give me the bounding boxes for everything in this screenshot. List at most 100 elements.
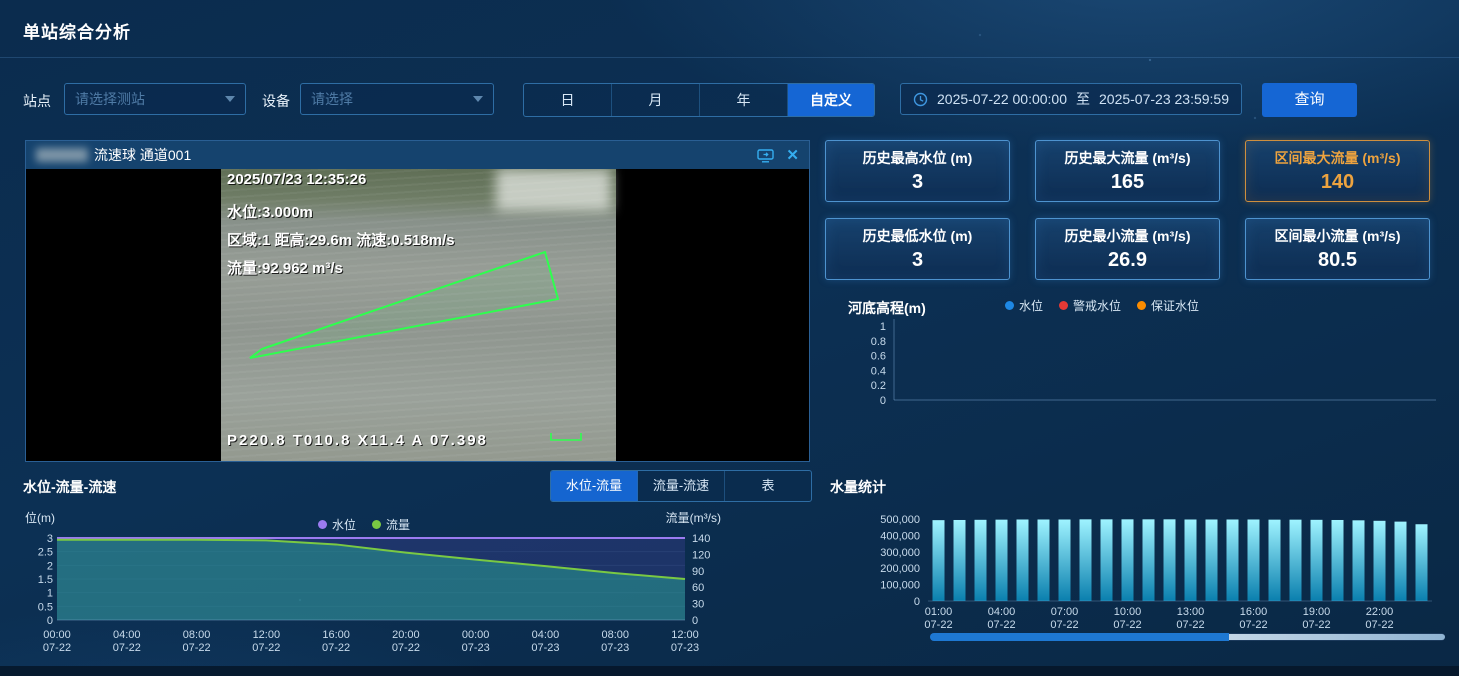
stat-card-label: 区间最小流量 (m³/s) bbox=[1275, 226, 1401, 246]
period-tabs: 日月年自定义 bbox=[523, 83, 875, 117]
axis-tick-label: 00:00 bbox=[462, 629, 490, 641]
bar bbox=[1290, 520, 1302, 601]
video-header: 流速球 通道001 ✕ bbox=[26, 141, 809, 169]
axis-tick-label: 140 bbox=[692, 533, 710, 545]
date-end-value: 2025-07-23 23:59:59 bbox=[1099, 91, 1229, 107]
bar bbox=[933, 520, 945, 601]
bar bbox=[1269, 520, 1281, 601]
date-start-value: 2025-07-22 00:00:00 bbox=[937, 91, 1067, 107]
device-select[interactable]: 请选择 bbox=[300, 83, 494, 115]
legend-dot-icon bbox=[1059, 301, 1068, 310]
date-range-picker[interactable]: 2025-07-22 00:00:00 至 2025-07-23 23:59:5… bbox=[900, 83, 1242, 115]
axis-tick-label: 07-23 bbox=[671, 642, 699, 654]
axis-tick-label: 0.2 bbox=[871, 380, 886, 392]
stageflow-panel-title: 水位-流量-流速 bbox=[23, 477, 116, 497]
app-root: 单站综合分析 站点 请选择测站 设备 请选择 日月年自定义 2025-07-22… bbox=[0, 0, 1459, 676]
bar bbox=[1122, 519, 1134, 601]
axis-tick-label: 0.5 bbox=[38, 601, 53, 613]
bar bbox=[1080, 519, 1092, 601]
period-tab-年[interactable]: 年 bbox=[700, 84, 788, 116]
axis-tick-label: 30 bbox=[692, 599, 704, 611]
axis-tick-label: 0.8 bbox=[871, 336, 886, 348]
footer-strip bbox=[0, 666, 1459, 676]
period-tab-自定义[interactable]: 自定义 bbox=[788, 84, 874, 116]
axis-tick-label: 07-22 bbox=[1365, 619, 1393, 631]
legend-item-保证水位[interactable]: 保证水位 bbox=[1137, 297, 1199, 314]
bar bbox=[1332, 520, 1344, 601]
chevron-down-icon bbox=[473, 96, 483, 102]
axis-tick-label: 07-23 bbox=[531, 642, 559, 654]
video-osd-area: 区域:1 距高:29.6m 流速:0.518m/s bbox=[227, 229, 455, 250]
station-select[interactable]: 请选择测站 bbox=[64, 83, 246, 115]
stageflow-tab-水位-流量[interactable]: 水位-流量 bbox=[551, 471, 638, 501]
bar bbox=[954, 520, 966, 601]
chevron-down-icon bbox=[225, 96, 235, 102]
period-tab-日[interactable]: 日 bbox=[524, 84, 612, 116]
stat-card: 历史最低水位 (m) 3 bbox=[825, 218, 1010, 280]
bar bbox=[975, 520, 987, 601]
period-tab-月[interactable]: 月 bbox=[612, 84, 700, 116]
volume-datazoom[interactable] bbox=[930, 633, 1445, 641]
axis-tick-label: 1 bbox=[47, 588, 53, 600]
bar bbox=[1248, 519, 1260, 601]
datazoom-selected-range[interactable] bbox=[930, 633, 1229, 641]
stat-card-label: 历史最低水位 (m) bbox=[863, 226, 973, 246]
bar bbox=[1038, 519, 1050, 601]
video-osd-level: 水位:3.000m bbox=[227, 201, 313, 222]
legend-item-水位[interactable]: 水位 bbox=[1005, 297, 1043, 314]
bar bbox=[1416, 524, 1428, 601]
legend-dot-icon bbox=[372, 520, 381, 529]
bar bbox=[1017, 519, 1029, 601]
axis-tick-label: 16:00 bbox=[322, 629, 350, 641]
bar bbox=[1353, 520, 1365, 601]
stat-card-value: 3 bbox=[912, 249, 923, 272]
clock-icon bbox=[913, 92, 928, 107]
video-panel: 流速球 通道001 ✕ 2025/07/23 12:35:26 水位:3.000… bbox=[25, 140, 810, 462]
stat-card-value: 80.5 bbox=[1318, 249, 1357, 272]
axis-tick-label: 0 bbox=[692, 615, 698, 627]
bar bbox=[1059, 519, 1071, 601]
stat-card-value: 3 bbox=[912, 171, 923, 194]
query-button[interactable]: 查询 bbox=[1262, 83, 1357, 117]
axis-tick-label: 07-22 bbox=[1302, 619, 1330, 631]
legend-label: 水位 bbox=[332, 516, 356, 533]
axis-tick-label: 08:00 bbox=[601, 629, 629, 641]
stageflow-legend: 水位流量 bbox=[318, 516, 410, 533]
scale-marker-icon bbox=[551, 433, 581, 440]
axis-tick-label: 0 bbox=[47, 615, 53, 627]
legend-label: 警戒水位 bbox=[1073, 297, 1121, 314]
axis-tick-label: 200,000 bbox=[880, 563, 920, 575]
station-label: 站点 bbox=[23, 91, 51, 111]
stageflow-tab-表[interactable]: 表 bbox=[725, 471, 811, 501]
video-stream-icon[interactable] bbox=[757, 148, 774, 163]
video-osd-flow: 流量:92.962 m³/s bbox=[227, 257, 343, 278]
stat-card-value: 165 bbox=[1111, 171, 1144, 194]
axis-tick-label: 07-22 bbox=[113, 642, 141, 654]
legend-item-水位[interactable]: 水位 bbox=[318, 516, 356, 533]
axis-tick-label: 1.5 bbox=[38, 574, 53, 586]
legend-item-警戒水位[interactable]: 警戒水位 bbox=[1059, 297, 1121, 314]
bar bbox=[1143, 519, 1155, 601]
axis-tick-label: 07-22 bbox=[43, 642, 71, 654]
stageflow-tab-流量-流速[interactable]: 流量-流速 bbox=[638, 471, 725, 501]
axis-tick-label: 2.5 bbox=[38, 547, 53, 559]
left-axis-label: 位(m) bbox=[25, 510, 55, 525]
device-label: 设备 bbox=[262, 91, 290, 111]
bar bbox=[1374, 521, 1386, 601]
bar bbox=[1227, 519, 1239, 601]
axis-tick-label: 20:00 bbox=[392, 629, 420, 641]
axis-tick-label: 07-22 bbox=[322, 642, 350, 654]
station-select-value: 请选择测站 bbox=[75, 89, 145, 109]
datazoom-shadow bbox=[1229, 634, 1445, 640]
axis-tick-label: 07-22 bbox=[1050, 619, 1078, 631]
video-close-icon[interactable]: ✕ bbox=[786, 148, 799, 163]
volume-panel-title: 水量统计 bbox=[830, 477, 886, 497]
axis-tick-label: 19:00 bbox=[1303, 606, 1331, 618]
stat-card-label: 区间最大流量 (m³/s) bbox=[1275, 148, 1401, 168]
volume-chart: 500,000400,000300,000200,000100,000001:0… bbox=[850, 505, 1450, 635]
legend-item-流量[interactable]: 流量 bbox=[372, 516, 410, 533]
axis-tick-label: 22:00 bbox=[1366, 606, 1394, 618]
axis-tick-label: 60 bbox=[692, 582, 704, 594]
axis-tick-label: 00:00 bbox=[43, 629, 71, 641]
axis-tick-label: 500,000 bbox=[880, 514, 920, 526]
